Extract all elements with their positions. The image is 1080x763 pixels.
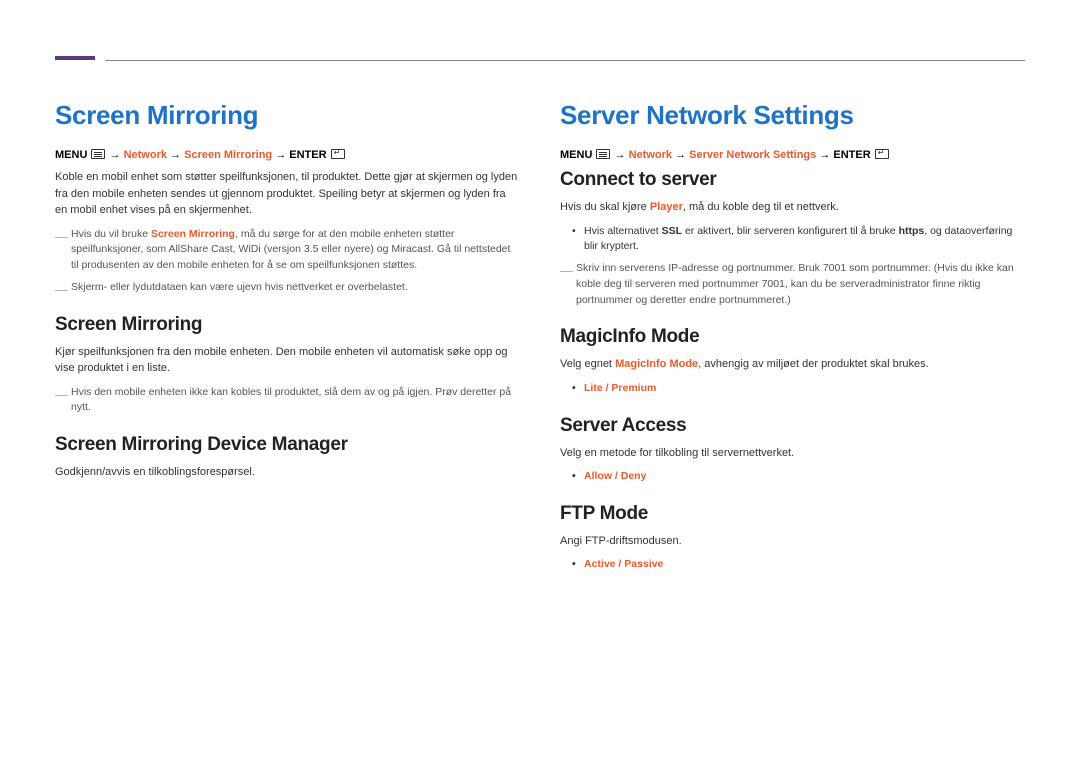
right-column: Server Network Settings MENU → Network →… [560, 100, 1025, 579]
header-rule [105, 60, 1025, 61]
page-content: Screen Mirroring MENU → Network → Screen… [0, 0, 1080, 579]
server-access-body: Velg en metode for tilkobling til server… [560, 445, 1025, 462]
note-retry: Hvis den mobile enheten ikke kan kobles … [55, 385, 520, 417]
arrow: → [275, 149, 286, 161]
arrow: → [110, 149, 121, 161]
breadcrumb-server-settings: Server Network Settings [689, 149, 816, 161]
server-network-settings-title: Server Network Settings [560, 100, 1025, 131]
magicinfo-option: Lite / Premium [560, 381, 1025, 397]
server-access-options: Allow / Deny [560, 469, 1025, 485]
breadcrumb-screen-mirroring: Screen Mirroring [184, 149, 272, 161]
device-manager-body: Godkjenn/avvis en tilkoblingsforespørsel… [55, 464, 520, 481]
left-column: Screen Mirroring MENU → Network → Screen… [55, 100, 520, 579]
screen-mirroring-subtitle: Screen Mirroring [55, 314, 520, 336]
note-network-overload: Skjerm- eller lydutdataen kan være ujevn… [55, 280, 520, 296]
ftp-mode-option: Active / Passive [560, 557, 1025, 573]
sub1-body: Kjør speilfunksjonen fra den mobile enhe… [55, 344, 520, 377]
menu-label: MENU [560, 149, 592, 161]
enter-label: ENTER [833, 149, 870, 161]
breadcrumb-left: MENU → Network → Screen Mirroring → ENTE… [55, 149, 520, 161]
connect-body: Hvis du skal kjøre Player, må du koble d… [560, 199, 1025, 216]
menu-label: MENU [55, 149, 87, 161]
note-mirroring-support: Hvis du vil bruke Screen Mirroring, må d… [55, 227, 520, 274]
header-accent [55, 56, 95, 60]
arrow: → [675, 149, 686, 161]
note-ip-port: Skriv inn serverens IP-adresse og portnu… [560, 261, 1025, 308]
enter-icon [875, 149, 889, 159]
arrow: → [615, 149, 626, 161]
device-manager-title: Screen Mirroring Device Manager [55, 434, 520, 456]
menu-icon [596, 149, 610, 159]
ftp-mode-body: Angi FTP-driftsmodusen. [560, 533, 1025, 550]
arrow: → [170, 149, 181, 161]
magicinfo-mode-title: MagicInfo Mode [560, 326, 1025, 348]
enter-label: ENTER [289, 149, 326, 161]
intro-text: Koble en mobil enhet som støtter speilfu… [55, 169, 520, 219]
ftp-mode-options: Active / Passive [560, 557, 1025, 573]
enter-icon [331, 149, 345, 159]
magicinfo-options: Lite / Premium [560, 381, 1025, 397]
menu-icon [91, 149, 105, 159]
server-access-title: Server Access [560, 415, 1025, 437]
ssl-bullet-list: Hvis alternativet SSL er aktivert, blir … [560, 224, 1025, 256]
breadcrumb-network: Network [124, 149, 167, 161]
screen-mirroring-title: Screen Mirroring [55, 100, 520, 131]
magicinfo-body: Velg egnet MagicInfo Mode, avhengig av m… [560, 356, 1025, 373]
breadcrumb-network: Network [629, 149, 672, 161]
ftp-mode-title: FTP Mode [560, 503, 1025, 525]
server-access-option: Allow / Deny [560, 469, 1025, 485]
connect-to-server-title: Connect to server [560, 169, 1025, 191]
arrow: → [819, 149, 830, 161]
ssl-bullet: Hvis alternativet SSL er aktivert, blir … [560, 224, 1025, 256]
breadcrumb-right: MENU → Network → Server Network Settings… [560, 149, 1025, 161]
